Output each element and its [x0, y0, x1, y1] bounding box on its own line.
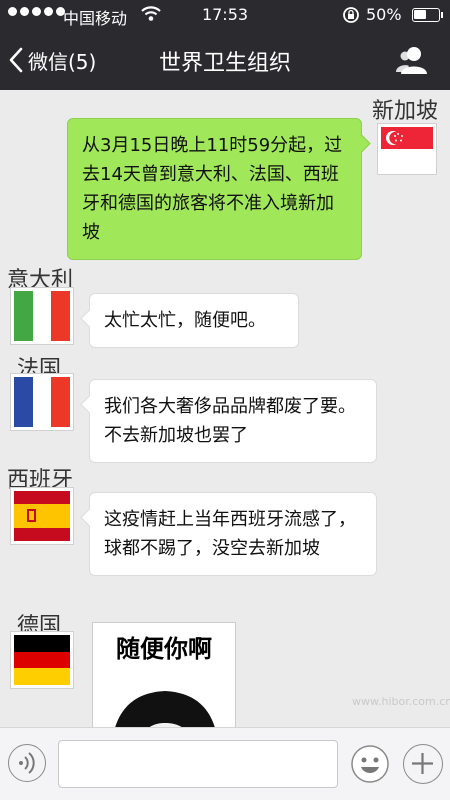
message-bubble-incoming[interactable]: 我们各大奢侈品品牌都废了要。不去新加坡也罢了: [89, 379, 377, 463]
clock: 17:53: [201, 5, 249, 24]
person-icon: [396, 47, 427, 74]
input-bar: [0, 727, 450, 800]
france-flag-icon: [14, 377, 70, 427]
singapore-flag-avatar[interactable]: [377, 123, 437, 175]
message-bubble-incoming[interactable]: 这疫情赶上当年西班牙流感了，球都不踢了，没空去新加坡: [89, 492, 377, 576]
message-bubble-incoming[interactable]: 太忙太忙，随便吧。: [89, 293, 299, 348]
watermark: www.hibor.com.cn: [352, 695, 450, 708]
voice-button[interactable]: [8, 744, 46, 782]
wifi-icon: [140, 3, 162, 27]
chevron-left-icon: [9, 47, 23, 73]
spain-flag-icon: [14, 491, 70, 541]
emoji-button[interactable]: [350, 744, 390, 784]
back-button[interactable]: 微信(5): [8, 44, 96, 76]
group-info-button[interactable]: [393, 42, 433, 78]
status-bar: 中国移动 17:53 50%: [0, 0, 450, 30]
france-flag-avatar[interactable]: [10, 373, 74, 431]
emoji-icon: [351, 745, 389, 783]
battery-percent: 50%: [366, 5, 402, 24]
carrier-name: 中国移动: [63, 9, 128, 28]
italy-flag-avatar[interactable]: [10, 287, 74, 345]
plus-icon: [412, 753, 433, 774]
message-bubble-outgoing[interactable]: 从3月15日晚上11时59分起，过去14天曾到意大利、法国、西班牙和德国的旅客将…: [67, 118, 362, 260]
battery-icon: [412, 8, 443, 22]
sticker-message[interactable]: 随便你啊: [92, 622, 236, 727]
battery-level: [414, 10, 426, 19]
navigation-bar: 微信(5) 世界卫生组织: [0, 30, 450, 90]
message-input[interactable]: [58, 740, 338, 788]
spain-flag-avatar[interactable]: [10, 487, 74, 545]
rotation-lock-icon: [341, 5, 361, 29]
back-label: 微信(5): [28, 49, 97, 74]
chat-area[interactable]: 新加坡 从3月15日晚上11时59分起，过去14天曾到意大利、法国、西班牙和德国…: [0, 90, 450, 727]
italy-flag-icon: [14, 291, 70, 341]
sender-name: 新加坡: [372, 99, 439, 124]
signal-strength-icon: [8, 7, 65, 16]
germany-flag-avatar[interactable]: [10, 631, 74, 689]
meme-face-icon: [115, 691, 215, 727]
singapore-flag-icon: [381, 127, 433, 171]
germany-flag-icon: [14, 635, 70, 685]
more-options-button[interactable]: [403, 744, 443, 784]
voice-icon: [19, 752, 35, 774]
